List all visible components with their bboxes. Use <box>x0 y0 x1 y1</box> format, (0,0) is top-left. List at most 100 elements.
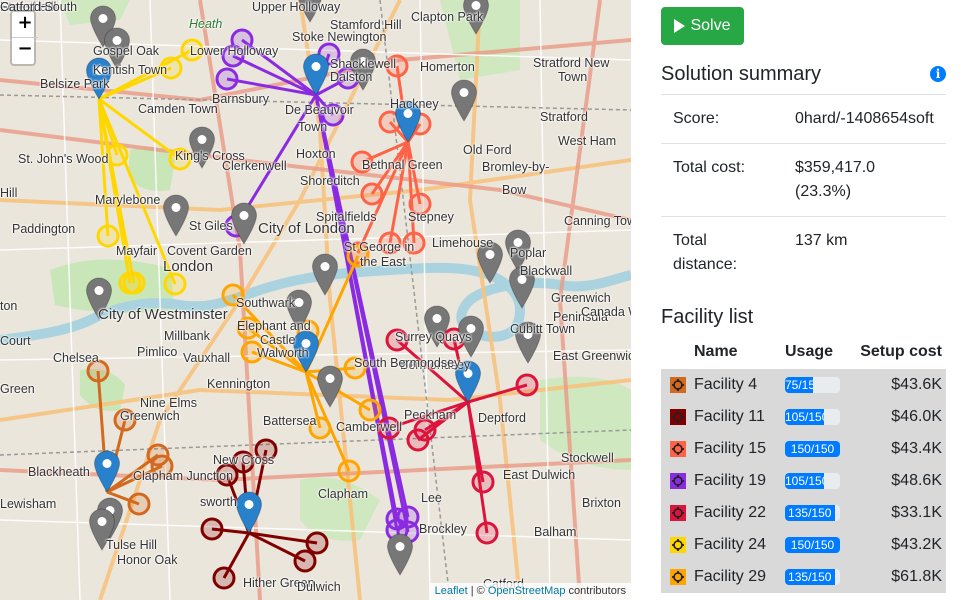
unused-facility-marker-icon[interactable] <box>450 79 478 122</box>
facility-setup-cost: $43.6K <box>891 376 942 393</box>
solve-button[interactable]: Solve <box>661 7 744 45</box>
customer-marker[interactable] <box>150 454 174 478</box>
unused-facility-marker-icon[interactable] <box>476 241 504 284</box>
unused-facility-marker-icon[interactable] <box>514 321 542 364</box>
customer-marker[interactable] <box>215 67 239 91</box>
unused-facility-marker-icon[interactable] <box>457 315 485 358</box>
customer-marker[interactable] <box>471 470 495 494</box>
map-attribution: Leaflet | © OpenStreetMap contributors <box>429 583 631 600</box>
facility-row[interactable]: Facility 29 135/150 $61.8K <box>661 561 946 593</box>
facility-marker-icon <box>670 441 686 457</box>
customer-marker[interactable] <box>360 182 384 206</box>
unused-facility-marker-icon[interactable] <box>162 194 190 237</box>
facility-row[interactable]: Facility 15 150/150 $43.4K <box>661 433 946 465</box>
map[interactable]: Heath Upper Holloway Stoke Newington Clapto… <box>0 0 631 600</box>
customer-marker[interactable] <box>350 150 374 174</box>
summary-label: Score: <box>661 94 783 144</box>
total-cost-value: $359,417.0 (23.3%) <box>783 143 946 217</box>
facility-route-group <box>200 438 329 590</box>
facility-row[interactable]: Facility 24 150/150 $43.2K <box>661 529 946 561</box>
facility-name: Facility 4 <box>694 376 758 393</box>
customer-marker[interactable] <box>163 272 187 296</box>
solve-label: Solve <box>690 17 731 34</box>
facility-row[interactable]: Facility 22 135/150 $33.1K <box>661 497 946 529</box>
customer-marker[interactable] <box>231 450 255 474</box>
unused-facility-marker-icon[interactable] <box>188 126 216 169</box>
usage-progress-fill: 135/150 <box>785 505 835 521</box>
facility-table-header: Name Usage Setup cost <box>661 335 946 369</box>
facility-usage: 135/150 <box>781 497 853 529</box>
customer-marker[interactable] <box>200 517 224 541</box>
summary-label: Total distance: <box>661 216 783 289</box>
customer-marker[interactable] <box>236 316 260 340</box>
customer-marker[interactable] <box>377 416 401 440</box>
unused-facility-marker-icon[interactable] <box>230 202 258 245</box>
customer-marker[interactable] <box>343 356 367 380</box>
zoom-control: + − <box>10 10 38 66</box>
customer-marker[interactable] <box>385 54 409 78</box>
customer-marker[interactable] <box>113 408 137 432</box>
play-icon <box>674 19 686 33</box>
customer-marker[interactable] <box>221 283 245 307</box>
customer-marker[interactable] <box>96 224 120 248</box>
unused-facility-marker-icon[interactable] <box>88 508 116 551</box>
customer-marker[interactable] <box>475 521 499 545</box>
unused-facility-marker-icon[interactable] <box>85 277 113 320</box>
facility-row[interactable]: Facility 19 105/150 $48.6K <box>661 465 946 497</box>
customer-marker[interactable] <box>293 549 317 573</box>
unused-facility-marker-icon[interactable] <box>386 533 414 576</box>
unused-facility-marker-icon[interactable] <box>462 0 490 35</box>
customer-marker[interactable] <box>180 38 204 62</box>
unused-facility-marker-icon[interactable] <box>298 0 323 23</box>
facility-marker-icon[interactable] <box>235 491 263 534</box>
customer-marker[interactable] <box>254 438 278 462</box>
customer-marker[interactable] <box>321 103 345 127</box>
unused-facility-marker-icon[interactable] <box>504 229 532 272</box>
leaflet-link[interactable]: Leaflet <box>435 585 468 597</box>
customer-marker[interactable] <box>240 340 264 364</box>
facility-setup-cost: $61.8K <box>891 568 942 585</box>
customer-marker[interactable] <box>105 143 129 167</box>
facility-row[interactable]: Facility 4 75/150 $43.6K <box>661 369 946 401</box>
facility-icon-cell <box>661 401 690 433</box>
column-header-name: Name <box>694 343 738 360</box>
customer-marker[interactable] <box>305 531 329 555</box>
customer-marker[interactable] <box>337 459 361 483</box>
customer-marker[interactable] <box>221 44 245 68</box>
customer-marker[interactable] <box>308 416 332 440</box>
unused-facility-marker-icon[interactable] <box>508 266 536 309</box>
customer-marker[interactable] <box>358 398 382 422</box>
column-header-icon <box>661 335 690 369</box>
customer-marker[interactable] <box>402 231 426 255</box>
facility-usage: 135/150 <box>781 561 853 593</box>
customer-marker[interactable] <box>346 244 370 268</box>
customer-marker[interactable] <box>515 373 539 397</box>
customer-marker[interactable] <box>378 231 402 255</box>
usage-progress-bar: 150/150 <box>785 441 840 457</box>
customer-marker[interactable] <box>408 192 432 216</box>
customer-marker[interactable] <box>86 359 110 383</box>
route-overlay <box>85 0 542 590</box>
facility-marker-icon[interactable] <box>394 100 422 143</box>
customer-marker[interactable] <box>385 328 409 352</box>
unused-facility-marker-icon[interactable] <box>316 365 344 408</box>
facility-marker-icon <box>670 505 686 521</box>
customer-marker[interactable] <box>127 492 151 516</box>
info-icon[interactable]: i <box>930 66 946 82</box>
customer-marker[interactable] <box>168 147 192 171</box>
route-line <box>232 54 317 97</box>
unused-facility-marker-icon[interactable] <box>311 253 339 296</box>
zoom-out-button[interactable]: − <box>12 38 38 64</box>
solution-summary-title: Solution summary <box>661 63 822 85</box>
facility-row[interactable]: Facility 11 105/150 $46.0K <box>661 401 946 433</box>
customer-marker[interactable] <box>122 271 146 295</box>
customer-marker[interactable] <box>413 418 437 442</box>
customer-marker[interactable] <box>212 566 236 590</box>
zoom-in-button[interactable]: + <box>12 12 38 38</box>
facility-setup-cost: $46.0K <box>891 408 942 425</box>
customer-marker[interactable] <box>159 56 183 80</box>
usage-progress-fill: 150/150 <box>785 441 840 457</box>
facility-usage: 75/150 <box>781 369 853 401</box>
column-header-setup-cost: Setup cost <box>860 343 942 360</box>
openstreetmap-link[interactable]: OpenStreetMap <box>488 585 566 597</box>
